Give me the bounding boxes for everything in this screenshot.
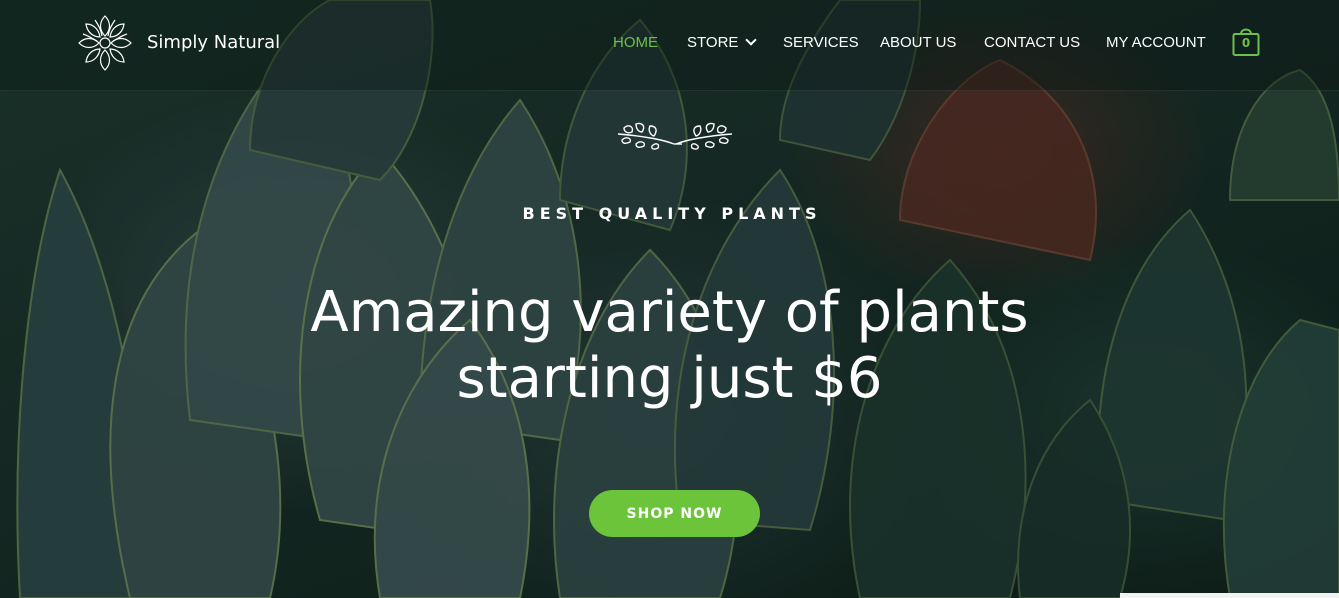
chevron-down-icon xyxy=(745,34,758,46)
nav-item-contact-us[interactable]: CONTACT US xyxy=(984,34,1080,51)
hero-headline-line-2: starting just $6 xyxy=(456,346,883,411)
nav-item-home[interactable]: HOME xyxy=(613,34,658,51)
site-header: Simply Natural HOME STORE SERVICES ABOUT… xyxy=(0,0,1339,91)
shop-now-button[interactable]: SHOP NOW xyxy=(589,490,760,537)
hero-eyebrow: BEST QUALITY PLANTS xyxy=(522,204,822,223)
nav-item-my-account[interactable]: MY ACCOUNT xyxy=(1106,34,1206,51)
nav-item-store[interactable]: STORE xyxy=(687,34,758,51)
corner-widget xyxy=(1120,593,1339,598)
page: Simply Natural HOME STORE SERVICES ABOUT… xyxy=(0,0,1339,598)
nav-item-about-us[interactable]: ABOUT US xyxy=(880,34,956,51)
hero-headline-line-1: Amazing variety of plants xyxy=(310,280,1029,345)
laurel-leaves-icon xyxy=(614,118,736,152)
nav-item-store-label: STORE xyxy=(687,34,739,51)
cart-button[interactable]: 0 xyxy=(1232,25,1260,57)
cart-count-badge: 0 xyxy=(1241,36,1251,50)
hero-headline: Amazing variety of plants starting just … xyxy=(0,280,1339,412)
succulent-logo-icon[interactable] xyxy=(75,12,135,74)
nav-item-services[interactable]: SERVICES xyxy=(783,34,859,51)
site-title-link[interactable]: Simply Natural xyxy=(147,32,280,53)
